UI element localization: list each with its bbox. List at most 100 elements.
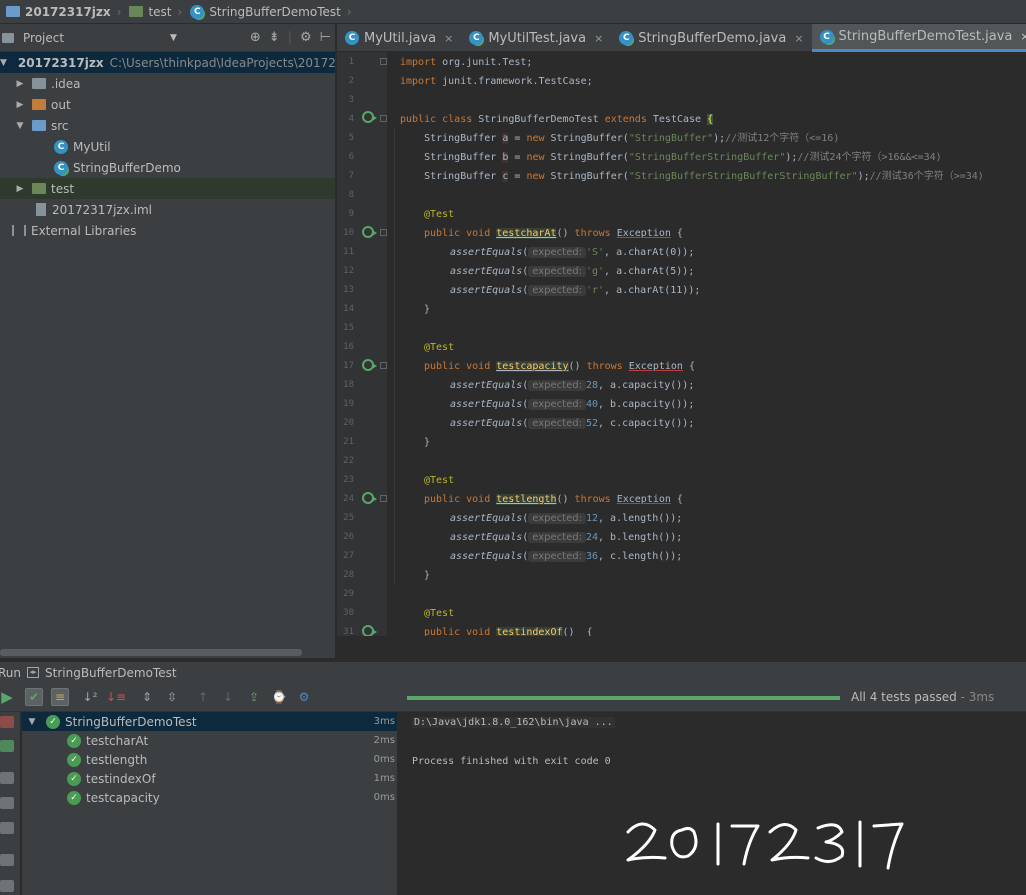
gear-icon[interactable]: ⚙: [300, 30, 312, 45]
chevron-right-icon[interactable]: ▶: [14, 100, 26, 110]
tab-stringbufferdemotest-java[interactable]: C StringBufferDemoTest.java ×: [811, 24, 1026, 52]
breadcrumb-label: test: [148, 4, 172, 19]
horizontal-scrollbar[interactable]: [0, 649, 302, 656]
char-literal: 'g': [585, 266, 605, 277]
tab-myutil-java[interactable]: C MyUtil.java ×: [337, 24, 461, 52]
run-test-icon[interactable]: [362, 625, 377, 636]
rerun-icon[interactable]: ▶: [0, 688, 16, 706]
run-panel-header: Run ◂▸ StringBufferDemoTest: [0, 661, 1026, 683]
parameter-hint: expected:: [528, 418, 586, 429]
console-exit-line: Process finished with exit code 0: [412, 756, 611, 767]
fold-icon[interactable]: [380, 362, 387, 369]
test-case-row[interactable]: ✓ testcharAt 2ms: [22, 731, 397, 750]
next-failed-icon[interactable]: ↓: [219, 688, 237, 706]
code-line-2: import junit.framework.TestCase;: [400, 72, 593, 91]
hide-panel-icon[interactable]: ⊢: [320, 30, 331, 45]
close-icon[interactable]: ×: [444, 32, 453, 45]
chevron-down-icon[interactable]: ▼: [0, 58, 7, 68]
test-case-row[interactable]: ✓ testindexOf 1ms: [22, 769, 397, 788]
close-icon[interactable]: ×: [594, 32, 603, 45]
fold-icon[interactable]: [380, 495, 387, 502]
test-case-row[interactable]: ✓ testcapacity 0ms: [22, 788, 397, 807]
run-test-icon[interactable]: [362, 226, 377, 238]
keyword: new: [526, 133, 545, 144]
method-call: assertEquals: [450, 380, 523, 391]
export-results-icon[interactable]: ⇪: [245, 688, 263, 706]
run-test-icon[interactable]: [362, 492, 377, 504]
collapse-all-icon[interactable]: ⇟: [269, 30, 280, 45]
collapse-all-icon[interactable]: ⇳: [163, 688, 181, 706]
code-editor[interactable]: import org.junit.Test; import junit.fram…: [387, 52, 1026, 636]
tree-item-iml[interactable]: 20172317jzx.iml: [0, 199, 335, 220]
project-panel-title[interactable]: Project: [23, 31, 64, 45]
pin-icon[interactable]: [0, 880, 14, 892]
tree-item-myutil[interactable]: C MyUtil: [0, 136, 335, 157]
tree-item-stringbufferdemo[interactable]: C StringBufferDemo: [0, 157, 335, 178]
line-number: 14: [343, 304, 354, 314]
chevron-down-icon[interactable]: ▼: [14, 121, 26, 131]
breadcrumb-folder[interactable]: test ›: [125, 0, 186, 24]
project-view-icon: [2, 32, 14, 43]
chevron-down-icon[interactable]: ▼: [26, 717, 38, 727]
test-history-icon[interactable]: ⌚: [270, 688, 288, 706]
sort-by-duration-icon[interactable]: ↓≡: [106, 688, 126, 706]
excluded-folder-icon: [32, 99, 46, 110]
method-name: testindexOf: [496, 627, 563, 636]
code-text: {: [670, 494, 683, 505]
settings-icon[interactable]: [0, 822, 14, 834]
code-text: , a.charAt(5));: [604, 266, 695, 277]
code-text: (): [556, 494, 575, 505]
sort-alphabetically-icon[interactable]: ↓²: [81, 688, 99, 706]
rerun-failed-icon[interactable]: [0, 740, 14, 752]
show-ignored-icon[interactable]: ≡: [51, 688, 69, 706]
line-number: 21: [343, 437, 354, 447]
check-icon: ✓: [67, 752, 81, 767]
close-icon[interactable]: ×: [1020, 30, 1026, 43]
run-test-icon[interactable]: [362, 111, 377, 123]
code-text: );: [857, 171, 870, 182]
tab-stringbufferdemo-java[interactable]: C StringBufferDemo.java ×: [611, 24, 811, 52]
run-test-icon[interactable]: [362, 359, 377, 371]
line-number: 28: [343, 570, 354, 580]
fold-icon[interactable]: [380, 58, 387, 65]
tree-item-path: C:\Users\thinkpad\IdeaProjects\20172: [109, 55, 336, 70]
pause-output-icon[interactable]: [0, 772, 14, 784]
close-icon[interactable]: ×: [794, 32, 803, 45]
breadcrumb-project[interactable]: 20172317jzx ›: [2, 0, 125, 24]
run-config-tab[interactable]: StringBufferDemoTest: [45, 666, 177, 680]
tab-myutiltest-java[interactable]: C MyUtilTest.java ×: [461, 24, 611, 52]
scroll-from-source-icon[interactable]: ⊕: [250, 30, 261, 45]
chevron-down-icon[interactable]: ▼: [170, 33, 177, 43]
tree-item-project-root[interactable]: ▼ 20172317jzx C:\Users\thinkpad\IdeaProj…: [0, 52, 336, 73]
number-literal: 24: [585, 532, 599, 543]
tree-item-idea[interactable]: ▶ .idea: [0, 73, 335, 94]
line-number: 8: [348, 190, 354, 200]
run-panel-title[interactable]: Run: [0, 666, 21, 680]
dump-threads-icon[interactable]: [0, 797, 14, 809]
fold-icon[interactable]: [380, 115, 387, 122]
tab-label: MyUtil.java: [364, 30, 437, 46]
previous-failed-icon[interactable]: ↑: [194, 688, 212, 706]
chevron-right-icon[interactable]: ▶: [14, 184, 26, 194]
stop-icon[interactable]: [0, 716, 14, 728]
show-passed-icon[interactable]: ✔: [25, 688, 43, 706]
keyword: new: [526, 171, 545, 182]
tab-label: StringBufferDemoTest.java: [838, 29, 1013, 44]
tree-item-out[interactable]: ▶ out: [0, 94, 335, 115]
tree-item-external-libraries[interactable]: External Libraries: [0, 220, 335, 241]
fold-icon[interactable]: [380, 229, 387, 236]
number-literal: 40: [585, 399, 599, 410]
tree-item-src[interactable]: ▼ src: [0, 115, 335, 136]
test-suite-row[interactable]: ▼ ✓ StringBufferDemoTest 3ms: [22, 712, 397, 731]
tree-item-test[interactable]: ▶ test: [0, 178, 335, 199]
chevron-right-icon[interactable]: ▶: [14, 79, 26, 89]
number-literal: 52: [585, 418, 599, 429]
char-literal: 'S': [585, 247, 605, 258]
console-command-line[interactable]: D:\Java\jdk1.8.0_162\bin\java ...: [412, 717, 615, 728]
editor-gutter[interactable]: 1 2 3 4 5 6 7 8 9 10 11 12 13 14 15 16 17 18 19 20 21 22 23 24 2…: [337, 52, 387, 636]
expand-all-icon[interactable]: ⇕: [138, 688, 156, 706]
test-case-row[interactable]: ✓ testlength 0ms: [22, 750, 397, 769]
gear-icon[interactable]: ⚙: [295, 688, 313, 706]
layout-icon[interactable]: [0, 854, 14, 866]
breadcrumb-class[interactable]: C StringBufferDemoTest ›: [186, 0, 355, 24]
